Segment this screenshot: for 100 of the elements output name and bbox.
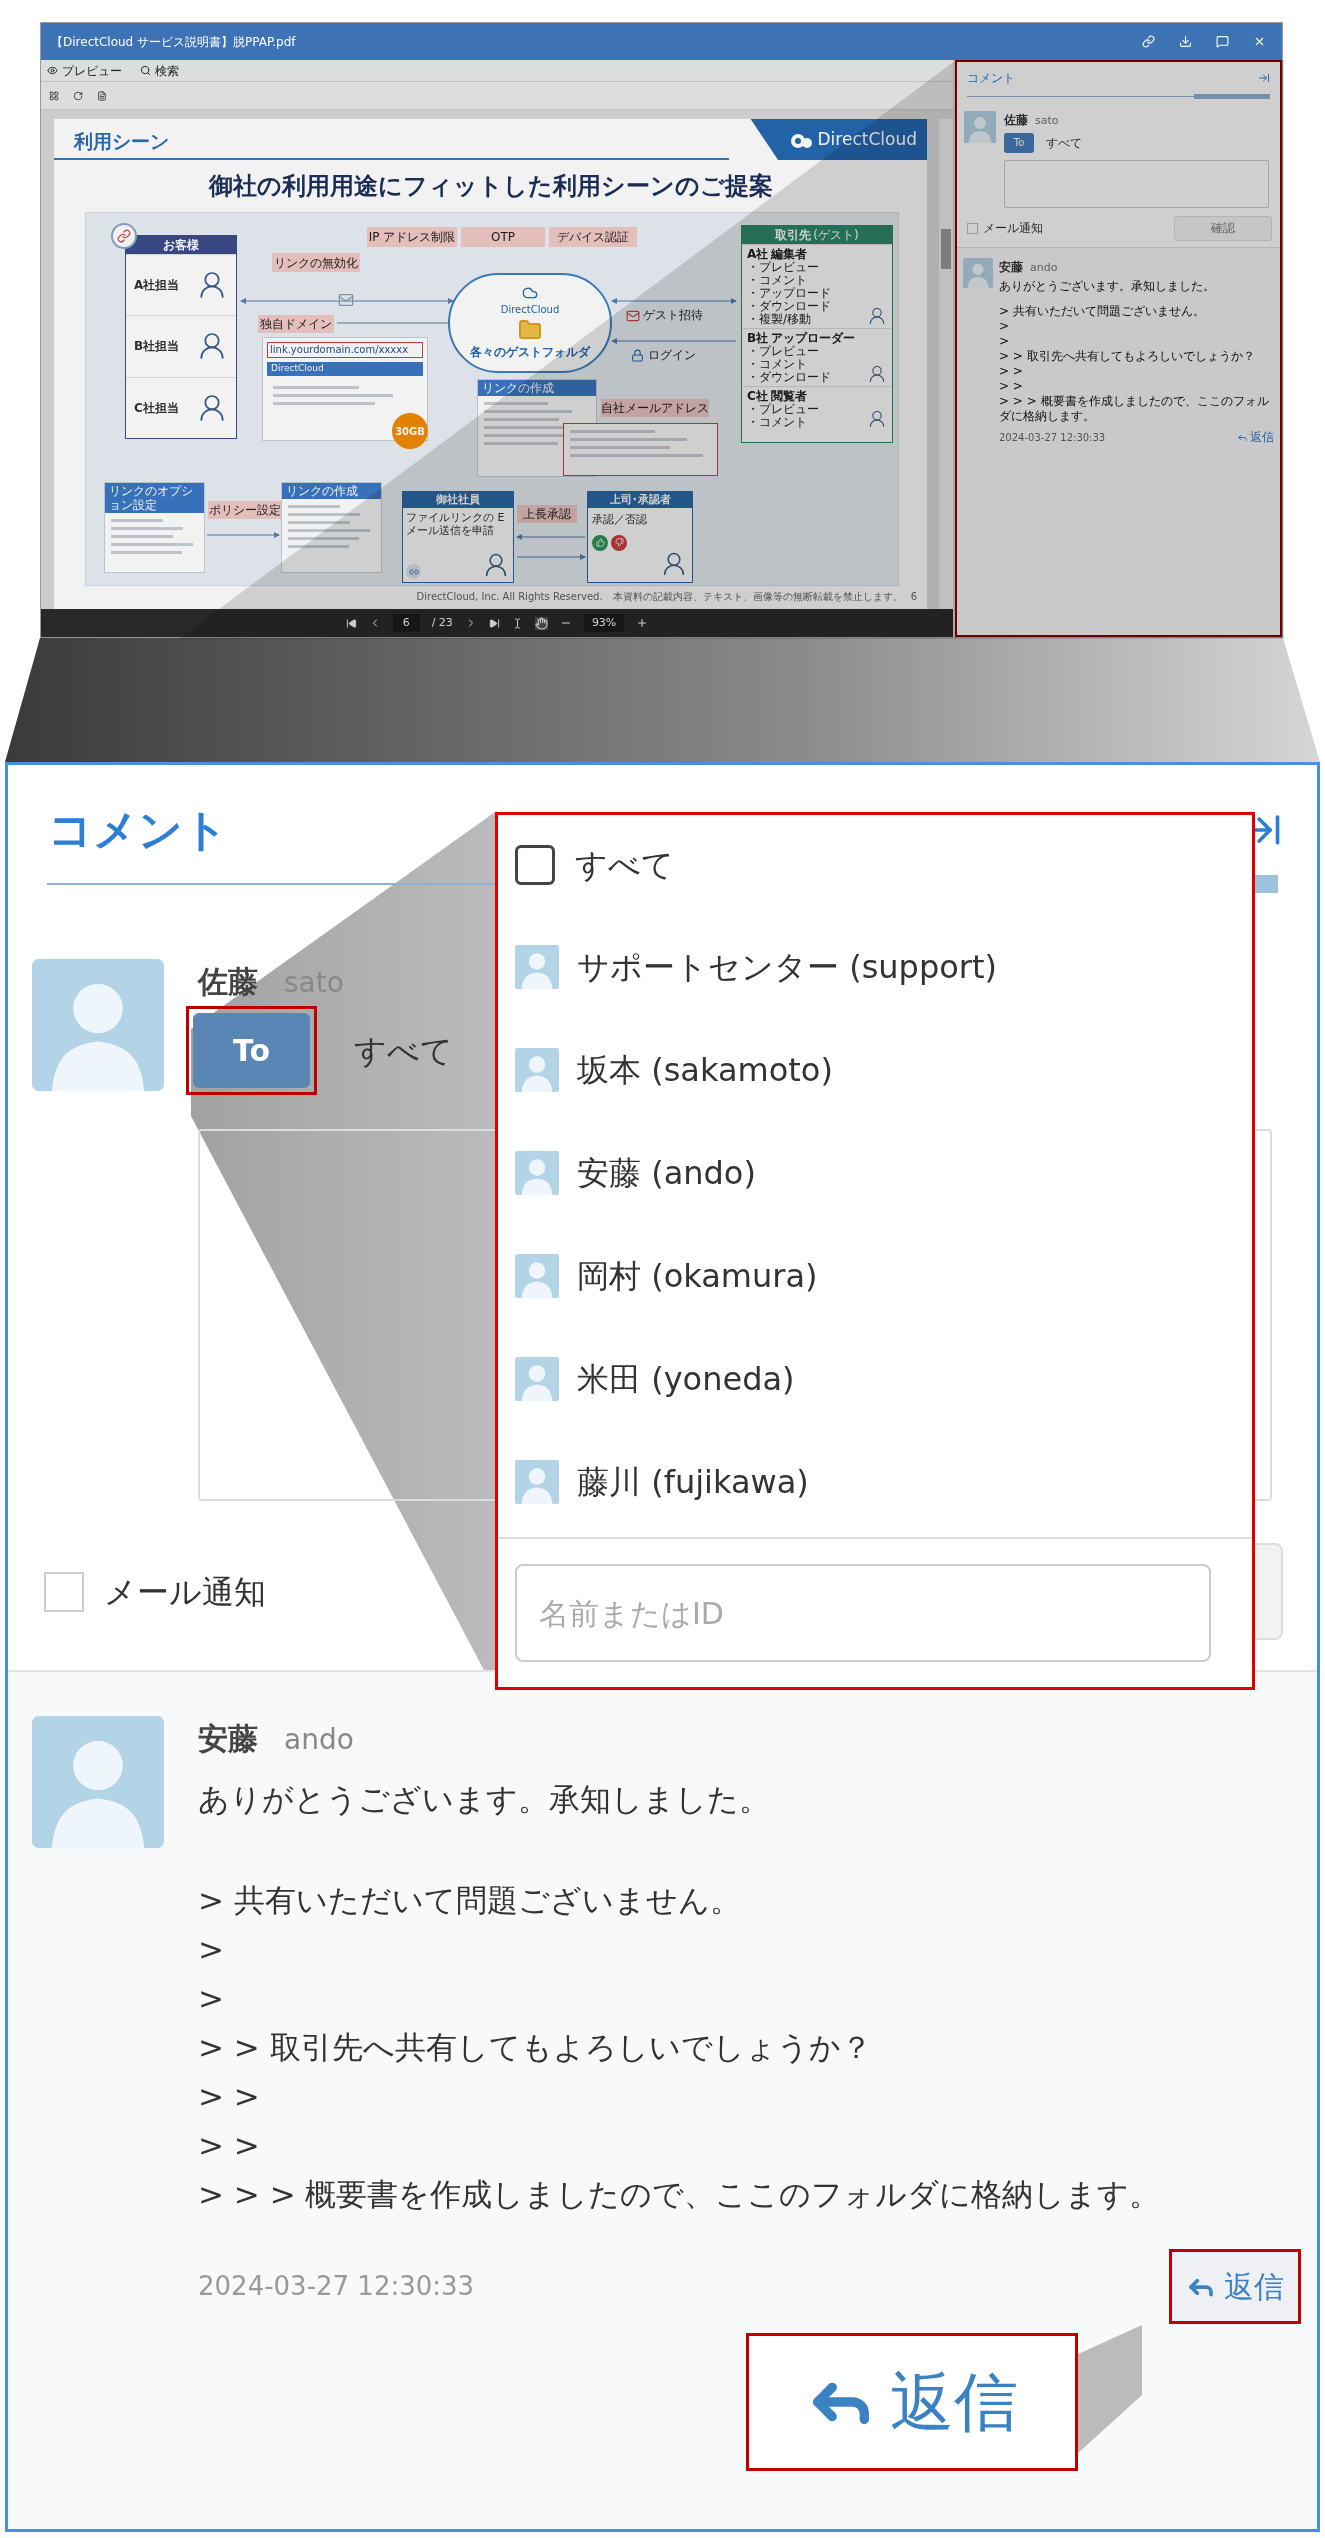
comment-line: > > 取引先へ共有してもよろしいでしょうか？: [999, 349, 1256, 364]
page-icon[interactable]: [97, 90, 107, 101]
permission-item: ・コメント: [747, 274, 808, 287]
comment-line: > 共有いただいて問題ございません。: [198, 1881, 742, 1920]
slide-footer: DirectCloud, Inc. All Rights Reserved. 本資料の記載内容、テキスト、画像等の無断転載を禁止します。: [416, 589, 903, 604]
user-avatar-icon: [515, 944, 559, 989]
thumbs-up-icon: [592, 534, 608, 551]
person-icon: [867, 364, 887, 384]
pan-tool-icon[interactable]: [534, 616, 548, 630]
permission-item: ・プレビュー: [747, 345, 820, 358]
mail-notify-checkbox[interactable]: [967, 222, 978, 234]
comment-icon[interactable]: [1216, 35, 1229, 48]
toolbar-button[interactable]: プレビュー: [47, 61, 122, 80]
comment-line: ありがとうございます。承知しました。: [198, 1780, 771, 1819]
recipients-label: すべて: [354, 1030, 453, 1072]
panel-title-note: (ゲスト): [813, 227, 859, 244]
select-all-checkbox[interactable]: [515, 845, 555, 885]
feature-label: 独自ドメイン: [258, 315, 334, 333]
collapse-icon[interactable]: [1258, 72, 1270, 84]
toolbar-button[interactable]: 検索: [140, 61, 179, 80]
comment-line: > >: [999, 379, 1024, 394]
rotate-icon[interactable]: [73, 90, 83, 101]
feature-label: 自社メールアドレス: [601, 399, 709, 417]
comment-line: >: [999, 319, 1011, 334]
avatar-silhouette: [964, 111, 996, 143]
logo-text: DirectCloud: [817, 127, 917, 151]
capacity-badge: 30GB: [392, 413, 428, 449]
comment-input[interactable]: [1004, 159, 1269, 208]
member-option[interactable]: 坂本 (sakamoto): [498, 1018, 1252, 1121]
mail-icon: [338, 292, 354, 308]
screen-title: リンクのオプション設定: [109, 484, 194, 512]
slide-page-number: 6: [910, 590, 917, 604]
member-option[interactable]: サポートセンター (support): [498, 915, 1252, 1018]
person-icon: [867, 409, 887, 429]
comment-timestamp: 2024-03-27 12:30:33: [999, 430, 1106, 445]
user-avatar-icon: [515, 1253, 559, 1298]
permission-item: ・ダウンロード: [747, 371, 832, 384]
url-field: link.yourdomain.com/xxxxx: [267, 342, 423, 358]
mail-notify-checkbox[interactable]: [44, 1571, 84, 1612]
link-icon[interactable]: [1142, 35, 1155, 48]
slide-headline: 御社の利用用途にフィットした利用シーンのご提案: [208, 171, 773, 202]
zoom-in-icon[interactable]: [636, 617, 649, 629]
feature-label: 上長承認: [517, 505, 577, 523]
author-name: 安藤: [999, 258, 1023, 276]
member-option[interactable]: 安藤 (ando): [498, 1121, 1252, 1224]
permission-item: ・アップロード: [747, 287, 831, 300]
recipients-label: すべて: [1046, 134, 1082, 152]
author-id: ando: [1030, 259, 1058, 276]
user-avatar-icon: [515, 1356, 559, 1401]
permission-item: ・ダウンロード: [747, 300, 831, 313]
card-text: ファイルリンクの Eメール送信を申請: [406, 511, 506, 537]
reply-button[interactable]: 返信: [1237, 428, 1274, 446]
user-avatar-icon: [515, 1047, 559, 1092]
company-role: アップローダー: [771, 331, 856, 345]
arrow-connector: [516, 553, 586, 561]
zoom-level-field[interactable]: 93%: [583, 613, 625, 633]
member-option[interactable]: 米田 (yoneda): [498, 1327, 1252, 1430]
permission-item: ・コメント: [747, 358, 808, 371]
callout-label: 返信: [890, 2364, 1018, 2441]
comment-line: > >: [198, 2126, 261, 2165]
company-name: B社: [747, 331, 769, 345]
avatar-silhouette: [963, 257, 993, 288]
comment-line: > > 取引先へ共有してもよろしいでしょうか？: [198, 2028, 873, 2067]
folder-icon: [518, 318, 542, 342]
comment-line: > >: [999, 364, 1024, 379]
comment-line: > >: [198, 2077, 261, 2116]
to-button[interactable]: To: [1004, 132, 1034, 153]
page-number-field[interactable]: 6: [392, 613, 420, 633]
scrollbar[interactable]: [939, 119, 953, 609]
company-name: C社: [747, 389, 768, 403]
close-icon[interactable]: [1253, 35, 1266, 48]
author-id: sato: [1035, 113, 1059, 129]
download-icon[interactable]: [1179, 35, 1192, 48]
cloud-brand: DirectCloud: [500, 303, 560, 317]
feature-label: ポリシー設定: [208, 501, 282, 519]
comment-line: > > > 概要書を作成しましたので、ここのフォルダに格納します。: [198, 2175, 1162, 2214]
feature-label: IP アドレス制限: [367, 227, 457, 247]
person-icon: [867, 306, 887, 326]
permission-item: ・コメント: [747, 416, 808, 429]
reply-button[interactable]: 返信: [1186, 2264, 1284, 2309]
checkbox-label: すべて: [575, 845, 674, 886]
card-text: 承認／否認: [592, 512, 648, 528]
company-role: 編集者: [771, 247, 808, 261]
last-page-icon[interactable]: [488, 617, 500, 629]
comment-line: >: [198, 1979, 225, 2018]
checkbox-label: メール通知: [983, 220, 1043, 237]
screen-title: リンクの作成: [482, 381, 554, 395]
member-search-field[interactable]: 名前またはID: [515, 1564, 1211, 1662]
app-header-bar: DirectCloud: [267, 362, 423, 376]
user-avatar-icon: [515, 1459, 559, 1504]
member-option[interactable]: 岡村 (okamura): [498, 1224, 1252, 1327]
to-button[interactable]: To: [193, 1013, 310, 1088]
search-icon: [140, 65, 151, 76]
thumbnails-icon[interactable]: [49, 90, 59, 101]
first-page-icon[interactable]: [345, 617, 357, 629]
member-option[interactable]: 藤川 (fujikawa): [498, 1430, 1252, 1533]
window-title: 【DirectCloud サービス説明書】脱PPAP.pdf: [51, 33, 296, 51]
comment-timestamp: 2024-03-27 12:30:33: [198, 2270, 475, 2303]
thumbs-down-icon: [611, 534, 627, 551]
section-title: 利用シーン: [74, 128, 169, 154]
